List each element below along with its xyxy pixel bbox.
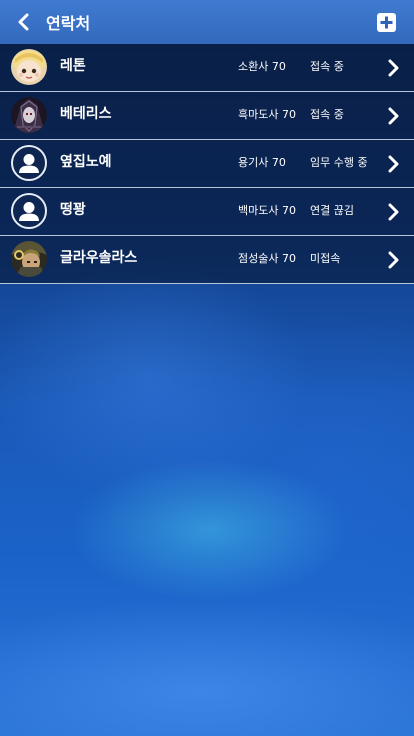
contact-status: 접속 중	[310, 108, 344, 121]
portrait-armored-icon	[11, 241, 47, 277]
contact-row[interactable]: 옆집노예 용기사 70 임무 수행 중	[0, 140, 414, 188]
plus-icon	[380, 16, 393, 29]
chevron-right-icon	[388, 203, 399, 221]
contact-row[interactable]: 글라우솔라스 점성술사 70 미접속	[0, 236, 414, 284]
back-button[interactable]	[6, 0, 42, 44]
chevron-right-icon	[388, 107, 399, 125]
chevron-right-icon	[388, 59, 399, 77]
contact-name: 베테리스	[60, 106, 112, 122]
contact-row[interactable]: 레톤 소환사 70 접속 중	[0, 44, 414, 92]
contact-status: 연결 끊김	[310, 204, 354, 217]
chevron-right-icon	[388, 155, 399, 173]
contact-name: 글라우솔라스	[60, 250, 138, 266]
contact-status: 미접속	[310, 252, 341, 265]
contact-name: 떵꽝	[60, 202, 86, 218]
top-bar: 연락처	[0, 0, 414, 44]
default-user-icon	[11, 193, 47, 229]
contact-row[interactable]: 베테리스 흑마도사 70 접속 중	[0, 92, 414, 140]
contact-name: 옆집노예	[60, 154, 112, 170]
chevron-left-icon	[18, 13, 29, 31]
contacts-screen: 연락처 레톤 소환사 70 접속 중 베테리스 흑마도사 70 접속 중 옆집노…	[0, 0, 414, 736]
contact-job: 용기사 70	[238, 156, 286, 169]
portrait-dark-icon	[11, 97, 47, 133]
default-user-icon	[11, 145, 47, 181]
page-title: 연락처	[46, 14, 91, 33]
contact-job: 점성술사 70	[238, 252, 296, 265]
contact-status: 임무 수행 중	[310, 156, 368, 169]
contact-list: 레톤 소환사 70 접속 중 베테리스 흑마도사 70 접속 중 옆집노예 용기…	[0, 44, 414, 284]
contact-job: 흑마도사 70	[238, 108, 296, 121]
contact-job: 소환사 70	[238, 60, 286, 73]
portrait-blonde-icon	[11, 49, 47, 85]
contact-name: 레톤	[60, 58, 86, 74]
contact-status: 접속 중	[310, 60, 344, 73]
contact-job: 백마도사 70	[238, 204, 296, 217]
contact-row[interactable]: 떵꽝 백마도사 70 연결 끊김	[0, 188, 414, 236]
add-contact-button[interactable]	[377, 13, 396, 32]
chevron-right-icon	[388, 251, 399, 269]
